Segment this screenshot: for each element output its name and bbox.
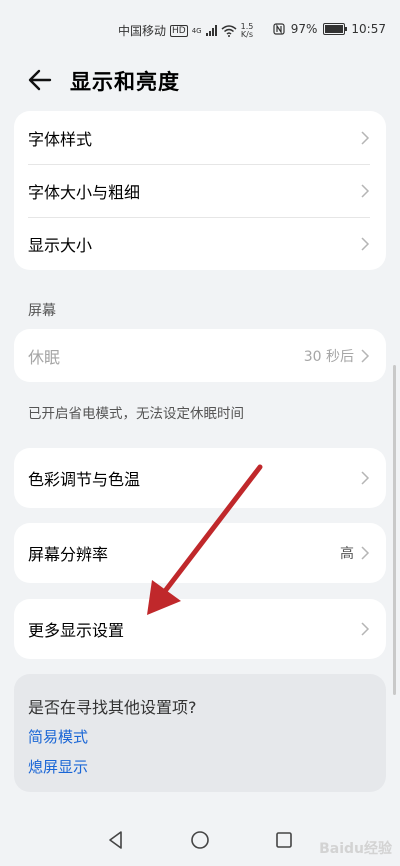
- sleep-item[interactable]: 休眠 30 秒后: [14, 329, 386, 382]
- suggestions-card: 是否在寻找其他设置项? 简易模式 熄屏显示: [14, 674, 386, 792]
- back-arrow-icon[interactable]: [24, 64, 56, 96]
- chevron-right-icon: [361, 622, 370, 636]
- font-settings-card: 字体样式 字体大小与粗细 显示大小: [14, 111, 386, 270]
- display-size-label: 显示大小: [28, 235, 93, 255]
- color-temp-label: 色彩调节与色温: [28, 470, 141, 489]
- navigation-bar: Baidu经验: [0, 814, 400, 866]
- screen-section-label: 屏幕: [28, 303, 56, 319]
- sleep-value: 30 秒后: [303, 348, 354, 365]
- font-style-label: 字体样式: [28, 129, 93, 149]
- chevron-right-icon: [361, 183, 370, 198]
- nfc-icon: [273, 23, 285, 35]
- watermark: Baidu经验: [319, 841, 392, 857]
- resolution-label: 屏幕分辨率: [28, 545, 109, 564]
- page-header: 显示和亮度: [0, 60, 400, 104]
- signal-icon: [205, 25, 217, 36]
- always-on-display-link[interactable]: 熄屏显示: [28, 756, 88, 777]
- more-display-label: 更多显示设置: [28, 621, 125, 640]
- more-display-card: 更多显示设置: [14, 599, 386, 659]
- battery-percent: 97%: [290, 22, 318, 36]
- sleep-label: 休眠: [28, 347, 61, 367]
- display-size-item[interactable]: 显示大小: [14, 217, 386, 270]
- wifi-icon: [221, 24, 237, 37]
- simple-mode-link[interactable]: 简易模式: [28, 726, 88, 747]
- chevron-right-icon: [361, 471, 370, 485]
- more-display-settings-item[interactable]: 更多显示设置: [14, 599, 386, 659]
- page-title: 显示和亮度: [70, 70, 180, 94]
- battery-icon: [323, 23, 348, 35]
- network-speed: 1.5 K/s: [240, 21, 254, 39]
- carrier-label: 中国移动: [118, 24, 167, 38]
- hd-icon: HD: [170, 24, 188, 37]
- font-size-weight-label: 字体大小与粗细: [28, 182, 141, 202]
- network-type: 4G: [191, 26, 202, 35]
- chevron-right-icon: [361, 348, 370, 363]
- nav-recents-icon[interactable]: [272, 828, 296, 852]
- suggestion-question: 是否在寻找其他设置项?: [28, 698, 197, 717]
- color-temp-item[interactable]: 色彩调节与色温: [14, 448, 386, 508]
- resolution-item[interactable]: 屏幕分辨率 高: [14, 523, 386, 583]
- scrollbar[interactable]: [393, 365, 396, 695]
- resolution-card: 屏幕分辨率 高: [14, 523, 386, 583]
- nav-home-icon[interactable]: [188, 828, 212, 852]
- clock: 10:57: [351, 22, 386, 36]
- color-temp-card: 色彩调节与色温: [14, 448, 386, 508]
- chevron-right-icon: [361, 130, 370, 145]
- font-style-item[interactable]: 字体样式: [14, 111, 386, 164]
- sleep-card: 休眠 30 秒后: [14, 329, 386, 382]
- power-saving-note: 已开启省电模式，无法设定休眠时间: [28, 406, 244, 422]
- chevron-right-icon: [361, 546, 370, 560]
- font-size-weight-item[interactable]: 字体大小与粗细: [14, 164, 386, 217]
- chevron-right-icon: [361, 236, 370, 251]
- status-bar: 中国移动 HD 4G 1.5 K/s 97% 10:57: [0, 0, 400, 56]
- nav-back-icon[interactable]: [104, 828, 128, 852]
- resolution-value: 高: [340, 546, 354, 562]
